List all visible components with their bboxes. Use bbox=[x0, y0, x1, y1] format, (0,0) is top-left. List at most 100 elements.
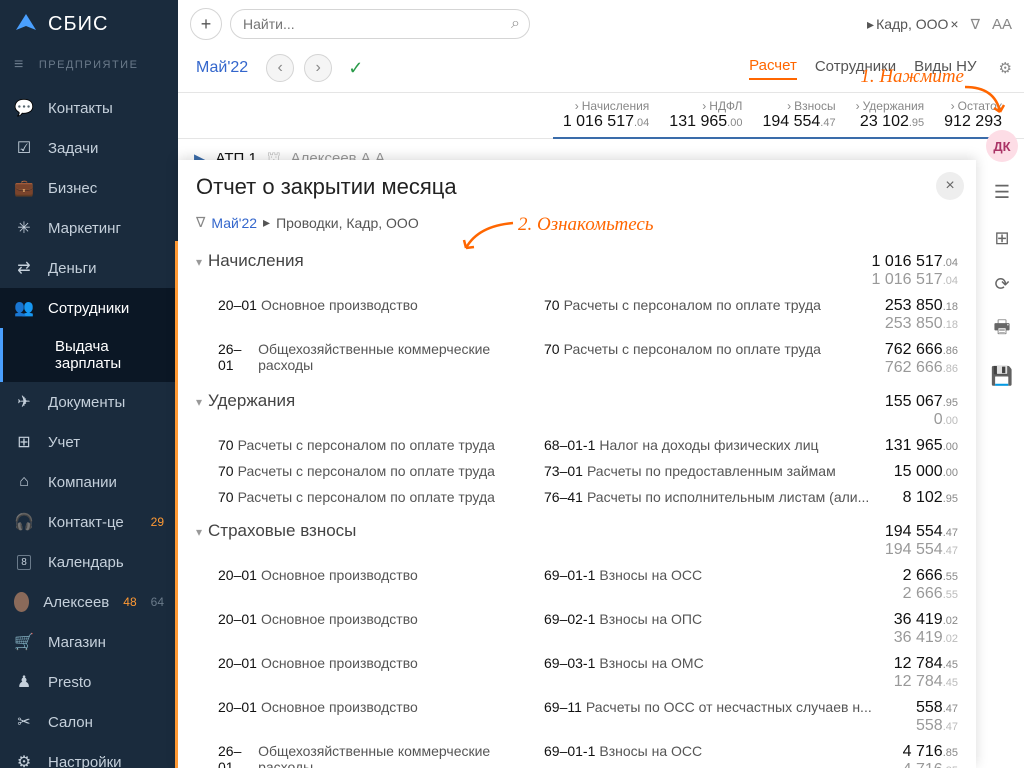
filter-icon[interactable]: ∇ bbox=[196, 214, 205, 231]
sidebar-header: СБИС bbox=[0, 0, 178, 48]
table-row[interactable]: 26–01 Общехозяйственные коммерческие рас… bbox=[196, 739, 958, 768]
gear-icon: ⚙ bbox=[14, 752, 34, 768]
badge: 29 bbox=[151, 515, 164, 529]
period-bar: Май'22 ‹ › ✓ Расчет Сотрудники Виды НУ ⚙ bbox=[178, 48, 1024, 93]
prev-period-button[interactable]: ‹ bbox=[266, 54, 294, 82]
sidebar-item-calendar[interactable]: 8Календарь bbox=[0, 542, 178, 582]
chevron-right-icon: › bbox=[951, 99, 955, 113]
salon-icon: ✂ bbox=[14, 712, 34, 732]
org-selector[interactable]: ▸ Кадр, ООО × bbox=[867, 16, 959, 33]
summary-ndfl[interactable]: ›НДФЛ 131 965.00 bbox=[659, 99, 752, 139]
tab-employees[interactable]: Сотрудники bbox=[815, 58, 896, 79]
calendar-icon: 8 bbox=[14, 552, 34, 572]
badge2: 64 bbox=[151, 595, 164, 609]
overlay-title: Отчет о закрытии месяца bbox=[196, 174, 916, 200]
right-rail: ДК ☰ ⊞ ⟳ 🖶 💾 bbox=[980, 124, 1024, 392]
menu-icon[interactable]: ≡ bbox=[14, 56, 25, 74]
brand-logo-icon bbox=[14, 12, 38, 36]
chat-icon: 💬 bbox=[14, 98, 34, 118]
search-input[interactable] bbox=[230, 9, 530, 39]
chevron-down-icon[interactable]: ▾ bbox=[196, 255, 202, 269]
top-right: ▸ Кадр, ООО × ∇ AA bbox=[867, 16, 1012, 33]
tab-calc[interactable]: Расчет bbox=[749, 57, 797, 80]
sidebar-item-business[interactable]: 💼Бизнес bbox=[0, 168, 178, 208]
chevron-right-icon: › bbox=[856, 99, 860, 113]
table-row[interactable]: 70 Расчеты с персоналом по оплате труда … bbox=[196, 433, 958, 459]
chevron-right-icon: ▸ bbox=[263, 214, 270, 231]
sidebar-items: 💬Контакты ☑Задачи 💼Бизнес ✳Маркетинг ⇄Де… bbox=[0, 88, 178, 768]
sidebar-item-profile[interactable]: Алексеев4864 bbox=[0, 582, 178, 622]
breadcrumb-path[interactable]: Проводки, Кадр, ООО bbox=[276, 215, 419, 231]
breadcrumb-month[interactable]: Май'22 bbox=[211, 215, 257, 231]
tabs: Расчет Сотрудники Виды НУ ⚙ bbox=[749, 57, 1012, 80]
section-withhold[interactable]: ▾ Удержания 155 067.95 0.00 bbox=[196, 381, 958, 433]
summary-bar: ›Начисления 1 016 517.04 ›НДФЛ 131 965.0… bbox=[178, 93, 1024, 139]
gear-icon[interactable]: ⚙ bbox=[999, 59, 1012, 77]
next-period-button[interactable]: › bbox=[304, 54, 332, 82]
sidebar-item-companies[interactable]: ⌂Компании bbox=[0, 462, 178, 502]
sidebar-item-settings[interactable]: ⚙Настройки bbox=[0, 742, 178, 768]
sidebar-item-contact-center[interactable]: 🎧Контакт-це29 bbox=[0, 502, 178, 542]
calculator-icon[interactable]: ⊞ bbox=[986, 222, 1018, 254]
sidebar-item-documents[interactable]: ✈Документы bbox=[0, 382, 178, 422]
summary-accruals[interactable]: ›Начисления 1 016 517.04 bbox=[553, 99, 659, 139]
table-row[interactable]: 20–01 Основное производство 70 Расчеты с… bbox=[196, 293, 958, 337]
table-row[interactable]: 26–01 Общехозяйственные коммерческие рас… bbox=[196, 337, 958, 381]
report-overlay: Отчет о закрытии месяца × ∇ Май'22 ▸ Про… bbox=[178, 160, 976, 768]
sidebar-item-payroll[interactable]: Выдача зарплаты bbox=[0, 328, 178, 382]
sidebar-item-marketing[interactable]: ✳Маркетинг bbox=[0, 208, 178, 248]
briefcase-icon: 💼 bbox=[14, 178, 34, 198]
ledger-icon: ⊞ bbox=[14, 432, 34, 452]
add-button[interactable]: + bbox=[190, 8, 222, 40]
org-type: ПРЕДПРИЯТИЕ bbox=[39, 59, 139, 71]
save-icon[interactable]: 💾 bbox=[986, 360, 1018, 392]
refresh-icon[interactable]: ⟳ bbox=[986, 268, 1018, 300]
table-row[interactable]: 20–01 Основное производство 69–02-1 Взно… bbox=[196, 607, 958, 651]
sidebar-item-contacts[interactable]: 💬Контакты bbox=[0, 88, 178, 128]
chevron-right-icon: › bbox=[575, 99, 579, 113]
overlay-header: Отчет о закрытии месяца × bbox=[178, 160, 976, 210]
section-contrib[interactable]: ▾ Страховые взносы 194 554.47 194 554.47 bbox=[196, 511, 958, 563]
table-row[interactable]: 20–01 Основное производство 69–03-1 Взно… bbox=[196, 651, 958, 695]
sidebar-item-presto[interactable]: ♟Presto bbox=[0, 662, 178, 702]
tasks-icon: ☑ bbox=[14, 138, 34, 158]
sidebar-item-salon[interactable]: ✂Салон bbox=[0, 702, 178, 742]
chevron-right-icon: › bbox=[787, 99, 791, 113]
stack-icon[interactable]: ☰ bbox=[986, 176, 1018, 208]
sidebar-item-money[interactable]: ⇄Деньги bbox=[0, 248, 178, 288]
sidebar-item-shop[interactable]: 🛒Магазин bbox=[0, 622, 178, 662]
print-icon[interactable]: 🖶 bbox=[986, 314, 1018, 346]
chevron-down-icon[interactable]: ▾ bbox=[196, 525, 202, 539]
topbar: + ⌕ ▸ Кадр, ООО × ∇ AA bbox=[178, 0, 1024, 48]
filter-icon[interactable]: ∇ bbox=[971, 16, 980, 33]
table-row[interactable]: 20–01 Основное производство 69–11 Расчет… bbox=[196, 695, 958, 739]
money-icon: ⇄ bbox=[14, 258, 34, 278]
table-row[interactable]: 20–01 Основное производство 69–01-1 Взно… bbox=[196, 563, 958, 607]
star-icon: ✳ bbox=[14, 218, 34, 238]
period-label[interactable]: Май'22 bbox=[196, 59, 248, 77]
sidebar-item-employees[interactable]: 👥Сотрудники bbox=[0, 288, 178, 328]
check-icon[interactable]: ✓ bbox=[348, 58, 363, 79]
brand-name: СБИС bbox=[48, 13, 108, 36]
table-row[interactable]: 70 Расчеты с персоналом по оплате труда … bbox=[196, 459, 958, 485]
table-row[interactable]: 70 Расчеты с персоналом по оплате труда … bbox=[196, 485, 958, 511]
close-button[interactable]: × bbox=[936, 172, 964, 200]
main: + ⌕ ▸ Кадр, ООО × ∇ AA Май'22 ‹ › ✓ Расч… bbox=[178, 0, 1024, 768]
search: ⌕ bbox=[230, 9, 530, 39]
search-icon[interactable]: ⌕ bbox=[511, 15, 520, 33]
send-icon: ✈ bbox=[14, 392, 34, 412]
headset-icon: 🎧 bbox=[14, 512, 34, 532]
summary-contrib[interactable]: ›Взносы 194 554.47 bbox=[752, 99, 845, 139]
font-size-icon[interactable]: AA bbox=[992, 16, 1012, 33]
tab-nu[interactable]: Виды НУ bbox=[914, 58, 976, 79]
sidebar-item-tasks[interactable]: ☑Задачи bbox=[0, 128, 178, 168]
avatar-icon bbox=[14, 592, 29, 612]
sidebar-item-accounting[interactable]: ⊞Учет bbox=[0, 422, 178, 462]
report-body: ▾ Начисления 1 016 517.04 1 016 517.04 2… bbox=[175, 241, 976, 768]
badge: 48 bbox=[123, 595, 136, 609]
chevron-down-icon[interactable]: ▾ bbox=[196, 395, 202, 409]
chevron-right-icon: › bbox=[702, 99, 706, 113]
summary-withhold[interactable]: ›Удержания 23 102.95 bbox=[846, 99, 935, 139]
dk-button[interactable]: ДК bbox=[986, 130, 1018, 162]
section-accruals[interactable]: ▾ Начисления 1 016 517.04 1 016 517.04 bbox=[196, 241, 958, 293]
